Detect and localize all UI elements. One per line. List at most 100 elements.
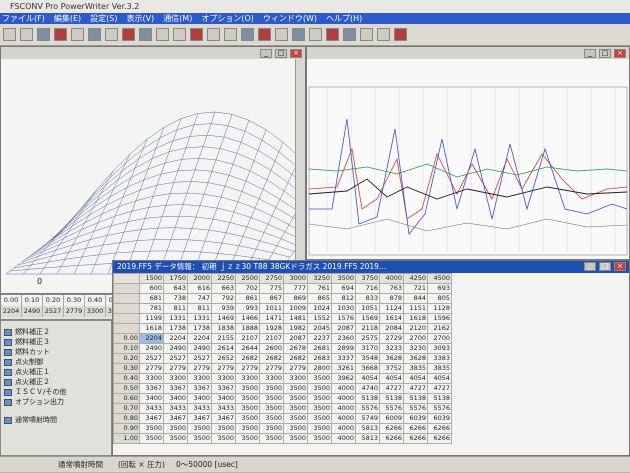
map-cell[interactable]: 3500: [307, 403, 332, 414]
map-cell[interactable]: 5576: [355, 403, 380, 414]
map-cell[interactable]: 2678: [283, 343, 308, 354]
rpm-header-cell[interactable]: 4250: [403, 273, 428, 284]
map-cell[interactable]: 2652: [211, 353, 236, 364]
toolbar-button-icon[interactable]: [37, 28, 50, 41]
map-cell[interactable]: 1128: [427, 303, 452, 314]
tree-item-option-output[interactable]: オプション出力: [4, 397, 111, 407]
log-graph[interactable]: [307, 59, 629, 259]
map-cell[interactable]: 3500: [307, 413, 332, 424]
menu-comm[interactable]: 通信(M): [163, 13, 192, 24]
map-cell[interactable]: 693: [427, 283, 452, 294]
rpm-header-cell[interactable]: 3750: [355, 273, 380, 284]
pulse-cell[interactable]: 2527: [43, 306, 64, 317]
map-cell[interactable]: 1469: [211, 313, 236, 324]
map-cell[interactable]: 3467: [163, 413, 188, 424]
map-cell[interactable]: 3500: [211, 433, 236, 444]
tree-item-ignition-correction-1[interactable]: 点火補正１: [4, 367, 111, 377]
graph-maximize-icon[interactable]: □: [599, 48, 611, 58]
load-header-cell[interactable]: [113, 283, 140, 294]
map-cell[interactable]: 3300: [211, 373, 236, 384]
map-cell[interactable]: 3230: [403, 343, 428, 354]
toolbar-button-icon[interactable]: [88, 28, 101, 41]
load-header-cell[interactable]: 0.60: [113, 393, 140, 404]
map-cell[interactable]: 1738: [163, 323, 188, 334]
map-cell[interactable]: 3433: [187, 403, 212, 414]
map-cell[interactable]: 2360: [331, 333, 356, 344]
map-cell[interactable]: 3400: [211, 393, 236, 404]
rpm-header-cell[interactable]: 4500: [427, 273, 452, 284]
map-cell[interactable]: 865: [307, 293, 332, 304]
map-cell[interactable]: 5813: [355, 423, 380, 434]
map-cell[interactable]: 3500: [307, 423, 332, 434]
map-cell[interactable]: 2681: [307, 343, 332, 354]
map-cell[interactable]: 3300: [259, 373, 284, 384]
toolbar-button-icon[interactable]: [3, 28, 16, 41]
map-cell[interactable]: 2700: [427, 333, 452, 344]
map-cell[interactable]: 1199: [139, 313, 164, 324]
maximize-icon[interactable]: □: [275, 48, 287, 58]
tree-item-iscv-other[interactable]: ＩＳＣＶ/その他: [4, 387, 111, 397]
load-header-cell[interactable]: 0.80: [113, 413, 140, 424]
rpm-header-cell[interactable]: 4000: [379, 273, 404, 284]
map-cell[interactable]: 3835: [427, 363, 452, 374]
load-header-cell[interactable]: 0.40: [113, 373, 140, 384]
map-cell[interactable]: 2490: [187, 343, 212, 354]
toolbar-button-icon[interactable]: [20, 28, 33, 41]
map-cell[interactable]: 3500: [283, 403, 308, 414]
map-cell[interactable]: 3500: [259, 423, 284, 434]
map-cell[interactable]: 3500: [211, 423, 236, 434]
tree-item-fuel-cut[interactable]: 燃料カット: [4, 347, 111, 357]
map-cell[interactable]: 1618: [403, 313, 428, 324]
map-cell[interactable]: 763: [379, 283, 404, 294]
map-cell[interactable]: 6266: [379, 423, 404, 434]
map-cell[interactable]: 2644: [235, 343, 260, 354]
load-header-cell[interactable]: 0.30: [113, 363, 140, 374]
map-cell[interactable]: 3500: [235, 413, 260, 424]
map-cell[interactable]: 3500: [283, 383, 308, 394]
map-cell[interactable]: 2600: [259, 343, 284, 354]
map-cell[interactable]: 3433: [139, 403, 164, 414]
graph-close-icon[interactable]: ×: [614, 48, 626, 58]
map-cell[interactable]: 1618: [139, 323, 164, 334]
map-cell[interactable]: 2779: [283, 363, 308, 374]
toolbar-button-icon[interactable]: [377, 28, 390, 41]
map-cell[interactable]: 3400: [139, 393, 164, 404]
load-header-cell[interactable]: 0.50: [113, 383, 140, 394]
map-cell[interactable]: 844: [403, 293, 428, 304]
map-cell[interactable]: 2779: [139, 363, 164, 374]
map-cell[interactable]: 777: [283, 283, 308, 294]
map-cell[interactable]: 3433: [211, 403, 236, 414]
map-cell[interactable]: 4740: [355, 383, 380, 394]
map-cell[interactable]: 878: [379, 293, 404, 304]
map-cell[interactable]: 1738: [187, 323, 212, 334]
map-cell[interactable]: 1331: [163, 313, 188, 324]
map-cell[interactable]: 3400: [187, 393, 212, 404]
map-cell[interactable]: 738: [163, 293, 188, 304]
map-cell[interactable]: 6266: [403, 423, 428, 434]
map-cell[interactable]: 2204: [139, 333, 164, 344]
map-cell[interactable]: 1596: [427, 313, 452, 324]
map-cell[interactable]: 4054: [427, 373, 452, 384]
toolbar-button-icon[interactable]: [54, 28, 67, 41]
map-close-icon[interactable]: ×: [614, 262, 626, 271]
load-header-cell[interactable]: [113, 313, 140, 324]
map-cell[interactable]: 3467: [187, 413, 212, 424]
menu-help[interactable]: ヘルプ(H): [326, 13, 362, 24]
load-header-cell[interactable]: [113, 293, 140, 304]
map-cell[interactable]: 2779: [211, 363, 236, 374]
map-cell[interactable]: 4000: [331, 403, 356, 414]
tree-item-fuel-correction-3[interactable]: 燃料補正３: [4, 337, 111, 347]
map-cell[interactable]: 1838: [211, 323, 236, 334]
map-cell[interactable]: 3300: [163, 373, 188, 384]
map-cell[interactable]: 694: [331, 283, 356, 294]
map-cell[interactable]: 5749: [355, 413, 380, 424]
rpm-header-cell[interactable]: 2750: [259, 273, 284, 284]
map-cell[interactable]: 4054: [379, 373, 404, 384]
toolbar-button-icon[interactable]: [207, 28, 220, 41]
map-cell[interactable]: 2614: [211, 343, 236, 354]
load-cell[interactable]: 0.00: [1, 295, 22, 306]
toolbar-button-icon[interactable]: [156, 28, 169, 41]
map-cell[interactable]: 2490: [163, 343, 188, 354]
map-cell[interactable]: 3500: [307, 433, 332, 444]
map-cell[interactable]: 2087: [331, 323, 356, 334]
